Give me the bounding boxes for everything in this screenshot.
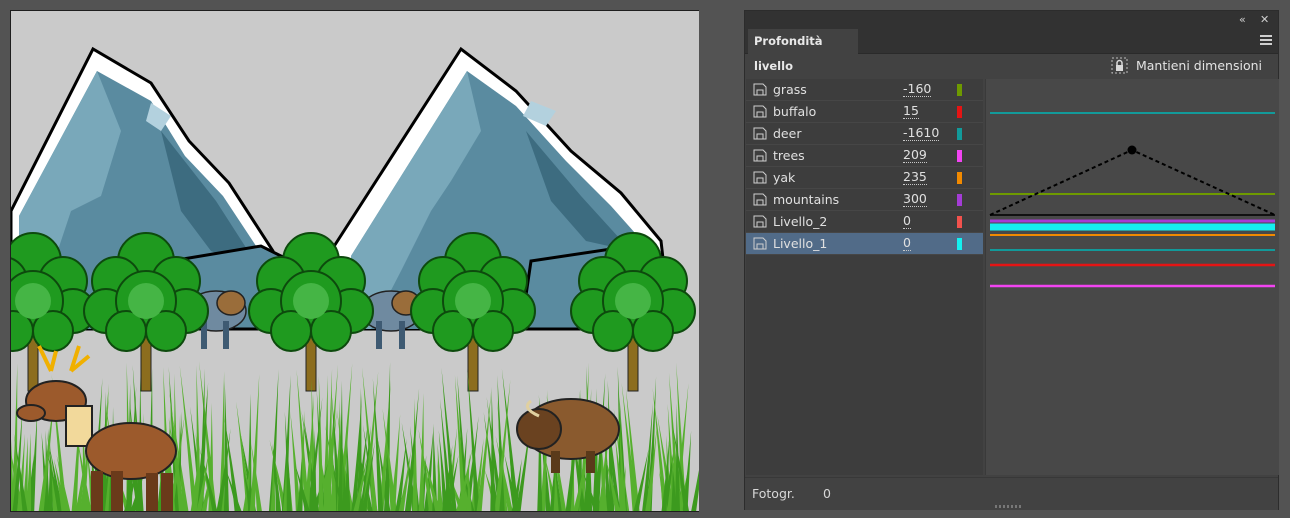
frame-label: Fotogr.: [752, 486, 795, 501]
resize-grip[interactable]: [995, 505, 1023, 508]
layer-page-icon: [753, 171, 767, 184]
frame-value: 0: [823, 486, 831, 501]
layer-page-icon: [753, 149, 767, 162]
layer-row-grass[interactable]: grass -160: [746, 79, 983, 101]
layer-depth-value[interactable]: -1610: [903, 126, 940, 141]
layer-name: Livello_1: [773, 236, 828, 251]
layer-page-icon: [753, 127, 767, 140]
layer-name: mountains: [773, 192, 840, 207]
layer-color-swatch: [957, 128, 962, 140]
layer-page-icon: [753, 215, 767, 228]
keep-size-label: Mantieni dimensioni: [1135, 57, 1262, 73]
layer-depth-value[interactable]: 15: [903, 104, 919, 119]
layer-page-icon: [753, 83, 767, 96]
layer-row-trees[interactable]: trees 209: [746, 145, 983, 167]
camera-cone: [989, 148, 1276, 216]
tab-layer-depth[interactable]: Profondità livello: [748, 29, 858, 73]
layer-depth-value[interactable]: 0: [903, 236, 911, 251]
depth-graph[interactable]: [985, 79, 1279, 475]
layer-row-deer[interactable]: deer -1610: [746, 123, 983, 145]
panel-tab-row: Profondità livello: [745, 29, 1278, 73]
layer-name: Livello_2: [773, 214, 828, 229]
layer-name: grass: [773, 82, 807, 97]
layer-row-mountains[interactable]: mountains 300: [746, 189, 983, 211]
layer-row-livello-1[interactable]: Livello_1 0: [746, 233, 983, 255]
layer-name: yak: [773, 170, 796, 185]
padlock-icon: [1111, 57, 1128, 73]
layer-name: buffalo: [773, 104, 817, 119]
layer-color-swatch: [957, 150, 962, 162]
double-chevron-left-icon[interactable]: «: [1239, 13, 1246, 27]
layer-depth-panel: « ✕ Profondità livello Mantieni dimensio…: [744, 10, 1279, 510]
layer-depth-value[interactable]: 300: [903, 192, 927, 207]
layer-color-swatch: [957, 84, 962, 96]
layer-page-icon: [753, 193, 767, 206]
layer-row-buffalo[interactable]: buffalo 15: [746, 101, 983, 123]
layer-color-swatch: [957, 106, 962, 118]
camera-point[interactable]: [1127, 145, 1137, 155]
layer-depth-value[interactable]: 235: [903, 170, 927, 185]
layer-page-icon: [753, 237, 767, 250]
layer-depth-value[interactable]: 0: [903, 214, 911, 229]
hamburger-menu-icon[interactable]: [1260, 35, 1272, 45]
workspace-gap: [699, 0, 744, 518]
layer-color-swatch: [957, 238, 962, 250]
layer-color-swatch: [957, 194, 962, 206]
keep-size-button[interactable]: Mantieni dimensioni: [1111, 55, 1262, 75]
depth-graph-canvas: [989, 112, 1276, 288]
layer-color-swatch: [957, 172, 962, 184]
panel-titlebar: « ✕: [745, 11, 1278, 29]
layer-list: grass -160 buffalo 15 deer -1610 trees 2…: [746, 79, 983, 475]
layer-color-swatch: [957, 216, 962, 228]
stage-canvas[interactable]: [10, 10, 700, 512]
layer-page-icon: [753, 105, 767, 118]
panel-statusbar: Fotogr. 0: [745, 477, 1278, 510]
layer-row-livello-2[interactable]: Livello_2 0: [746, 211, 983, 233]
layer-depth-value[interactable]: -160: [903, 82, 932, 97]
close-icon[interactable]: ✕: [1260, 13, 1269, 27]
layer-name: trees: [773, 148, 805, 163]
layer-depth-value[interactable]: 209: [903, 148, 927, 163]
layer-row-yak[interactable]: yak 235: [746, 167, 983, 189]
layer-name: deer: [773, 126, 802, 141]
